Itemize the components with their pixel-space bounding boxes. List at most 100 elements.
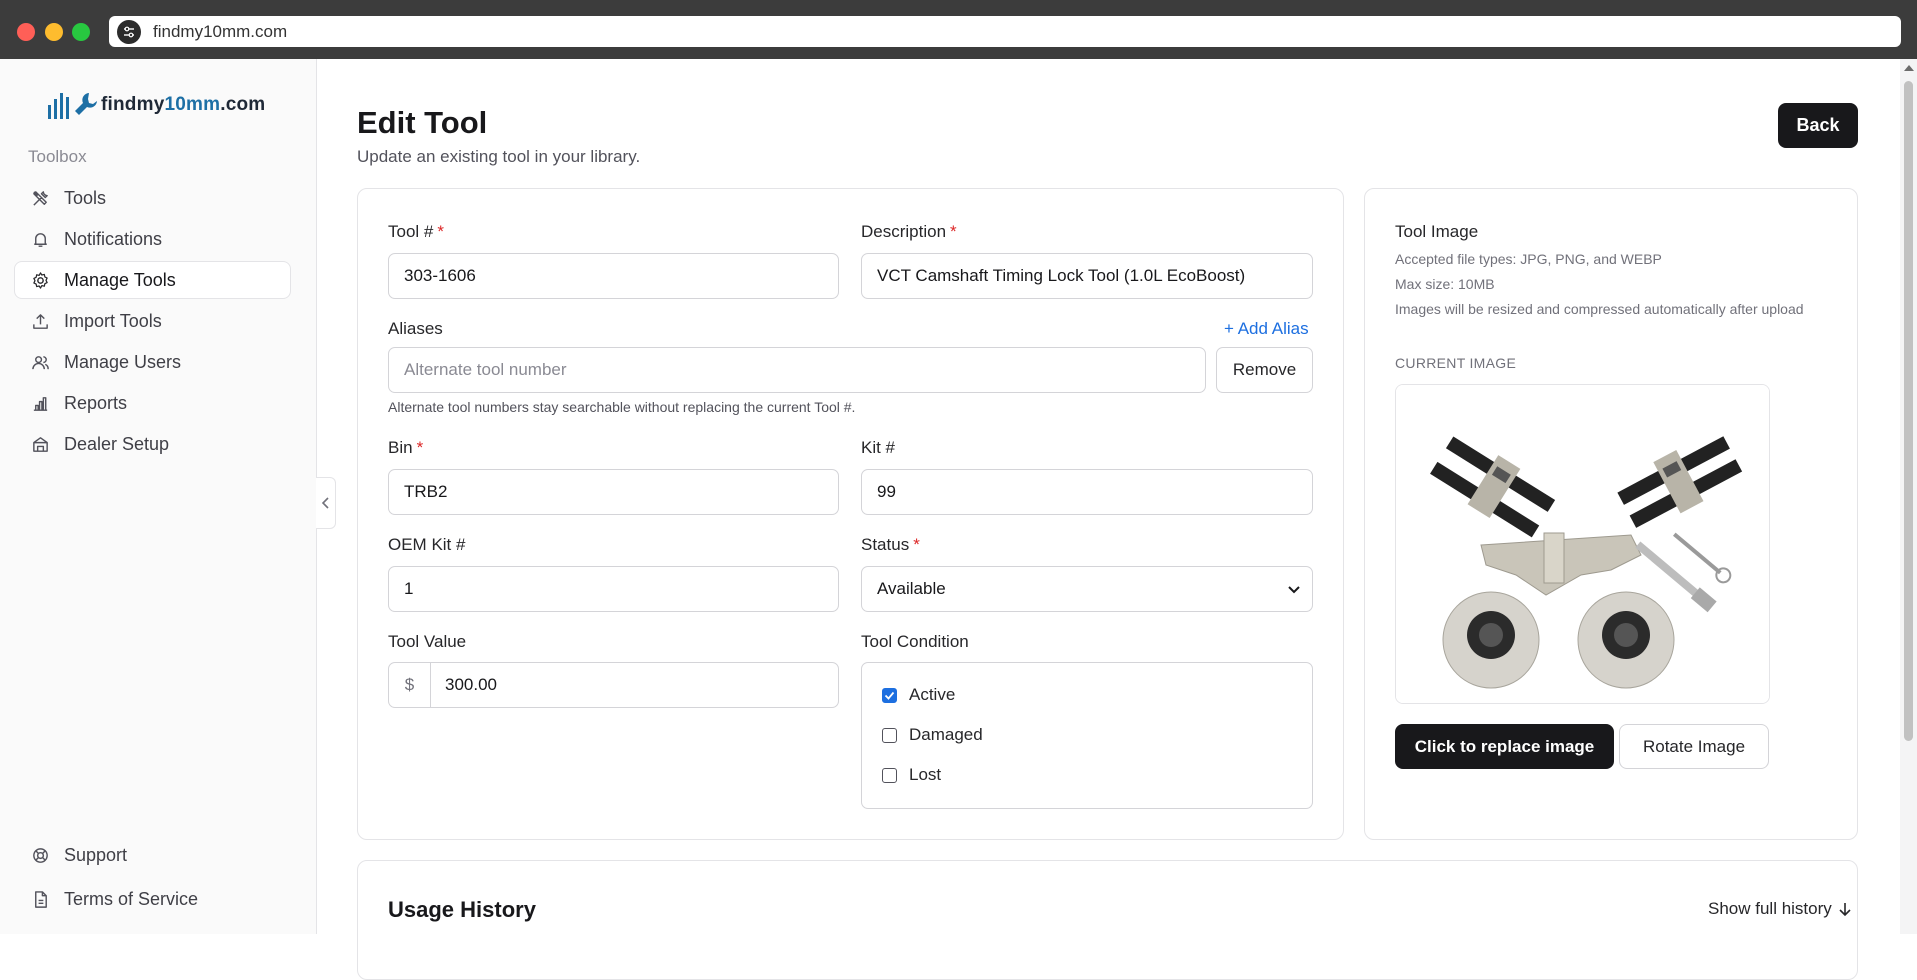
oem-kit-number-input[interactable]: 1 <box>388 566 839 612</box>
users-icon <box>32 355 49 369</box>
toolbox-section-label: Toolbox <box>28 147 87 166</box>
replace-image-button[interactable]: Click to replace image <box>1395 724 1614 769</box>
upload-icon <box>33 313 48 329</box>
page-title: Edit Tool <box>357 105 488 140</box>
alias-input[interactable]: Alternate tool number <box>388 347 1206 393</box>
bar-chart-icon <box>33 396 48 411</box>
damaged-checkbox[interactable] <box>882 727 897 743</box>
tool-value-field[interactable]: $ 300.00 <box>388 662 839 708</box>
resize-note: Images will be resized and compressed au… <box>1395 301 1804 317</box>
sidebar-item-manage-tools[interactable]: Manage Tools <box>14 261 291 299</box>
tool-condition-label: Tool Condition <box>861 632 969 651</box>
page-scrollbar[interactable] <box>1900 59 1917 934</box>
bin-label: Bin * <box>388 438 424 457</box>
browser-chrome: findmy10mm.com <box>0 0 1917 59</box>
status-select-value: Available <box>877 579 946 598</box>
sidebar-nav: Tools Notifications Manage Tools Import … <box>14 179 291 466</box>
maximize-window-button[interactable] <box>72 23 90 41</box>
sidebar-item-label: Dealer Setup <box>64 433 170 454</box>
current-tool-image <box>1395 384 1770 704</box>
sidebar-item-label: Import Tools <box>64 310 162 331</box>
tool-value-input[interactable]: 300.00 <box>431 663 497 707</box>
gear-icon <box>33 271 48 289</box>
minimize-window-button[interactable] <box>45 23 63 41</box>
bell-icon <box>34 232 47 247</box>
sidebar-item-support[interactable]: Support <box>14 836 291 874</box>
aliases-label: Aliases <box>388 319 443 338</box>
condition-option-label: Active <box>909 685 956 704</box>
sidebar-item-notifications[interactable]: Notifications <box>14 220 291 258</box>
tool-number-input[interactable]: 303-1606 <box>388 253 839 299</box>
scroll-thumb[interactable] <box>1904 81 1913 741</box>
sidebar-item-import-tools[interactable]: Import Tools <box>14 302 291 340</box>
kit-number-input[interactable]: 99 <box>861 469 1313 515</box>
accepted-file-types: Accepted file types: JPG, PNG, and WEBP <box>1395 251 1662 267</box>
condition-option-label: Lost <box>909 765 942 784</box>
current-image-label: CURRENT IMAGE <box>1395 355 1517 371</box>
sidebar-item-label: Reports <box>64 392 128 413</box>
building-icon <box>33 436 48 452</box>
app-logo[interactable]: findmy10mm.com <box>48 91 265 119</box>
address-bar[interactable]: findmy10mm.com <box>109 16 1901 47</box>
lifebuoy-icon <box>33 847 48 863</box>
sidebar-item-label: Support <box>64 844 128 865</box>
sidebar-item-label: Notifications <box>64 228 163 249</box>
tool-value-label: Tool Value <box>388 632 467 651</box>
max-size-note: Max size: 10MB <box>1395 276 1495 292</box>
tool-number-label: Tool # * <box>388 222 444 241</box>
page-subtitle: Update an existing tool in your library. <box>357 147 641 166</box>
currency-prefix: $ <box>389 663 431 707</box>
condition-option-label: Damaged <box>909 725 983 744</box>
bin-input[interactable]: TRB2 <box>388 469 839 515</box>
sliders-icon[interactable] <box>117 19 141 44</box>
sidebar-item-reports[interactable]: Reports <box>14 384 291 422</box>
add-alias-link[interactable]: + Add Alias <box>1224 319 1309 339</box>
edit-tool-form: Tool # * 303-1606 Description * VCT Camsha… <box>357 188 1344 840</box>
document-icon <box>35 890 47 908</box>
sidebar-item-tools[interactable]: Tools <box>14 179 291 217</box>
show-full-history-link[interactable]: Show full history <box>1708 899 1852 919</box>
description-label: Description * <box>861 222 957 241</box>
show-full-history-label: Show full history <box>1708 899 1832 918</box>
main-content: Edit Tool Update an existing tool in you… <box>318 59 1900 980</box>
sidebar-item-dealer-setup[interactable]: Dealer Setup <box>14 425 291 463</box>
logo-bars-icon <box>48 91 69 119</box>
oem-kit-number-label: OEM Kit # <box>388 535 466 554</box>
active-checkbox[interactable] <box>882 687 897 703</box>
tools-icon <box>33 190 48 206</box>
sidebar-item-label: Tools <box>64 187 107 208</box>
usage-history-title: Usage History <box>388 897 536 922</box>
remove-alias-button[interactable]: Remove <box>1216 347 1313 393</box>
sidebar: findmy10mm.com Toolbox Tools Notificatio… <box>0 59 317 934</box>
tool-image-panel: Tool Image Accepted file types: JPG, PNG… <box>1364 188 1858 840</box>
alias-hint: Alternate tool numbers stay searchable w… <box>388 399 856 415</box>
arrow-down-icon <box>1839 903 1851 917</box>
checkmark-icon <box>884 691 895 700</box>
kit-number-label: Kit # <box>861 438 896 457</box>
logo-text: findmy10mm.com <box>101 94 266 115</box>
timing-lock-tool-image <box>1396 385 1769 703</box>
usage-history-section: Usage History Show full history <box>357 860 1858 980</box>
sidebar-footer-nav: Support Terms of Service <box>14 836 291 924</box>
status-label: Status * <box>861 535 920 554</box>
condition-option-damaged[interactable]: Damaged <box>882 725 983 745</box>
status-select[interactable]: Available <box>861 566 1313 612</box>
back-button[interactable]: Back <box>1778 103 1858 148</box>
sidebar-item-manage-users[interactable]: Manage Users <box>14 343 291 381</box>
description-input[interactable]: VCT Camshaft Timing Lock Tool (1.0L EcoB… <box>861 253 1313 299</box>
condition-option-lost[interactable]: Lost <box>882 765 941 785</box>
scroll-up-icon[interactable] <box>1904 65 1914 71</box>
chevron-down-icon <box>1288 586 1300 594</box>
tool-condition-group: Active Damaged Lost <box>861 662 1313 809</box>
rotate-image-button[interactable]: Rotate Image <box>1619 724 1769 769</box>
sidebar-item-label: Manage Users <box>64 351 182 372</box>
url-text[interactable]: findmy10mm.com <box>153 22 287 42</box>
wrench-icon <box>75 93 97 115</box>
sidebar-item-label: Manage Tools <box>64 269 176 290</box>
condition-option-active[interactable]: Active <box>882 685 955 705</box>
sidebar-item-terms[interactable]: Terms of Service <box>14 880 291 918</box>
sidebar-item-label: Terms of Service <box>64 888 199 909</box>
tool-image-title: Tool Image <box>1395 222 1479 241</box>
close-window-button[interactable] <box>17 23 35 41</box>
lost-checkbox[interactable] <box>882 767 897 783</box>
